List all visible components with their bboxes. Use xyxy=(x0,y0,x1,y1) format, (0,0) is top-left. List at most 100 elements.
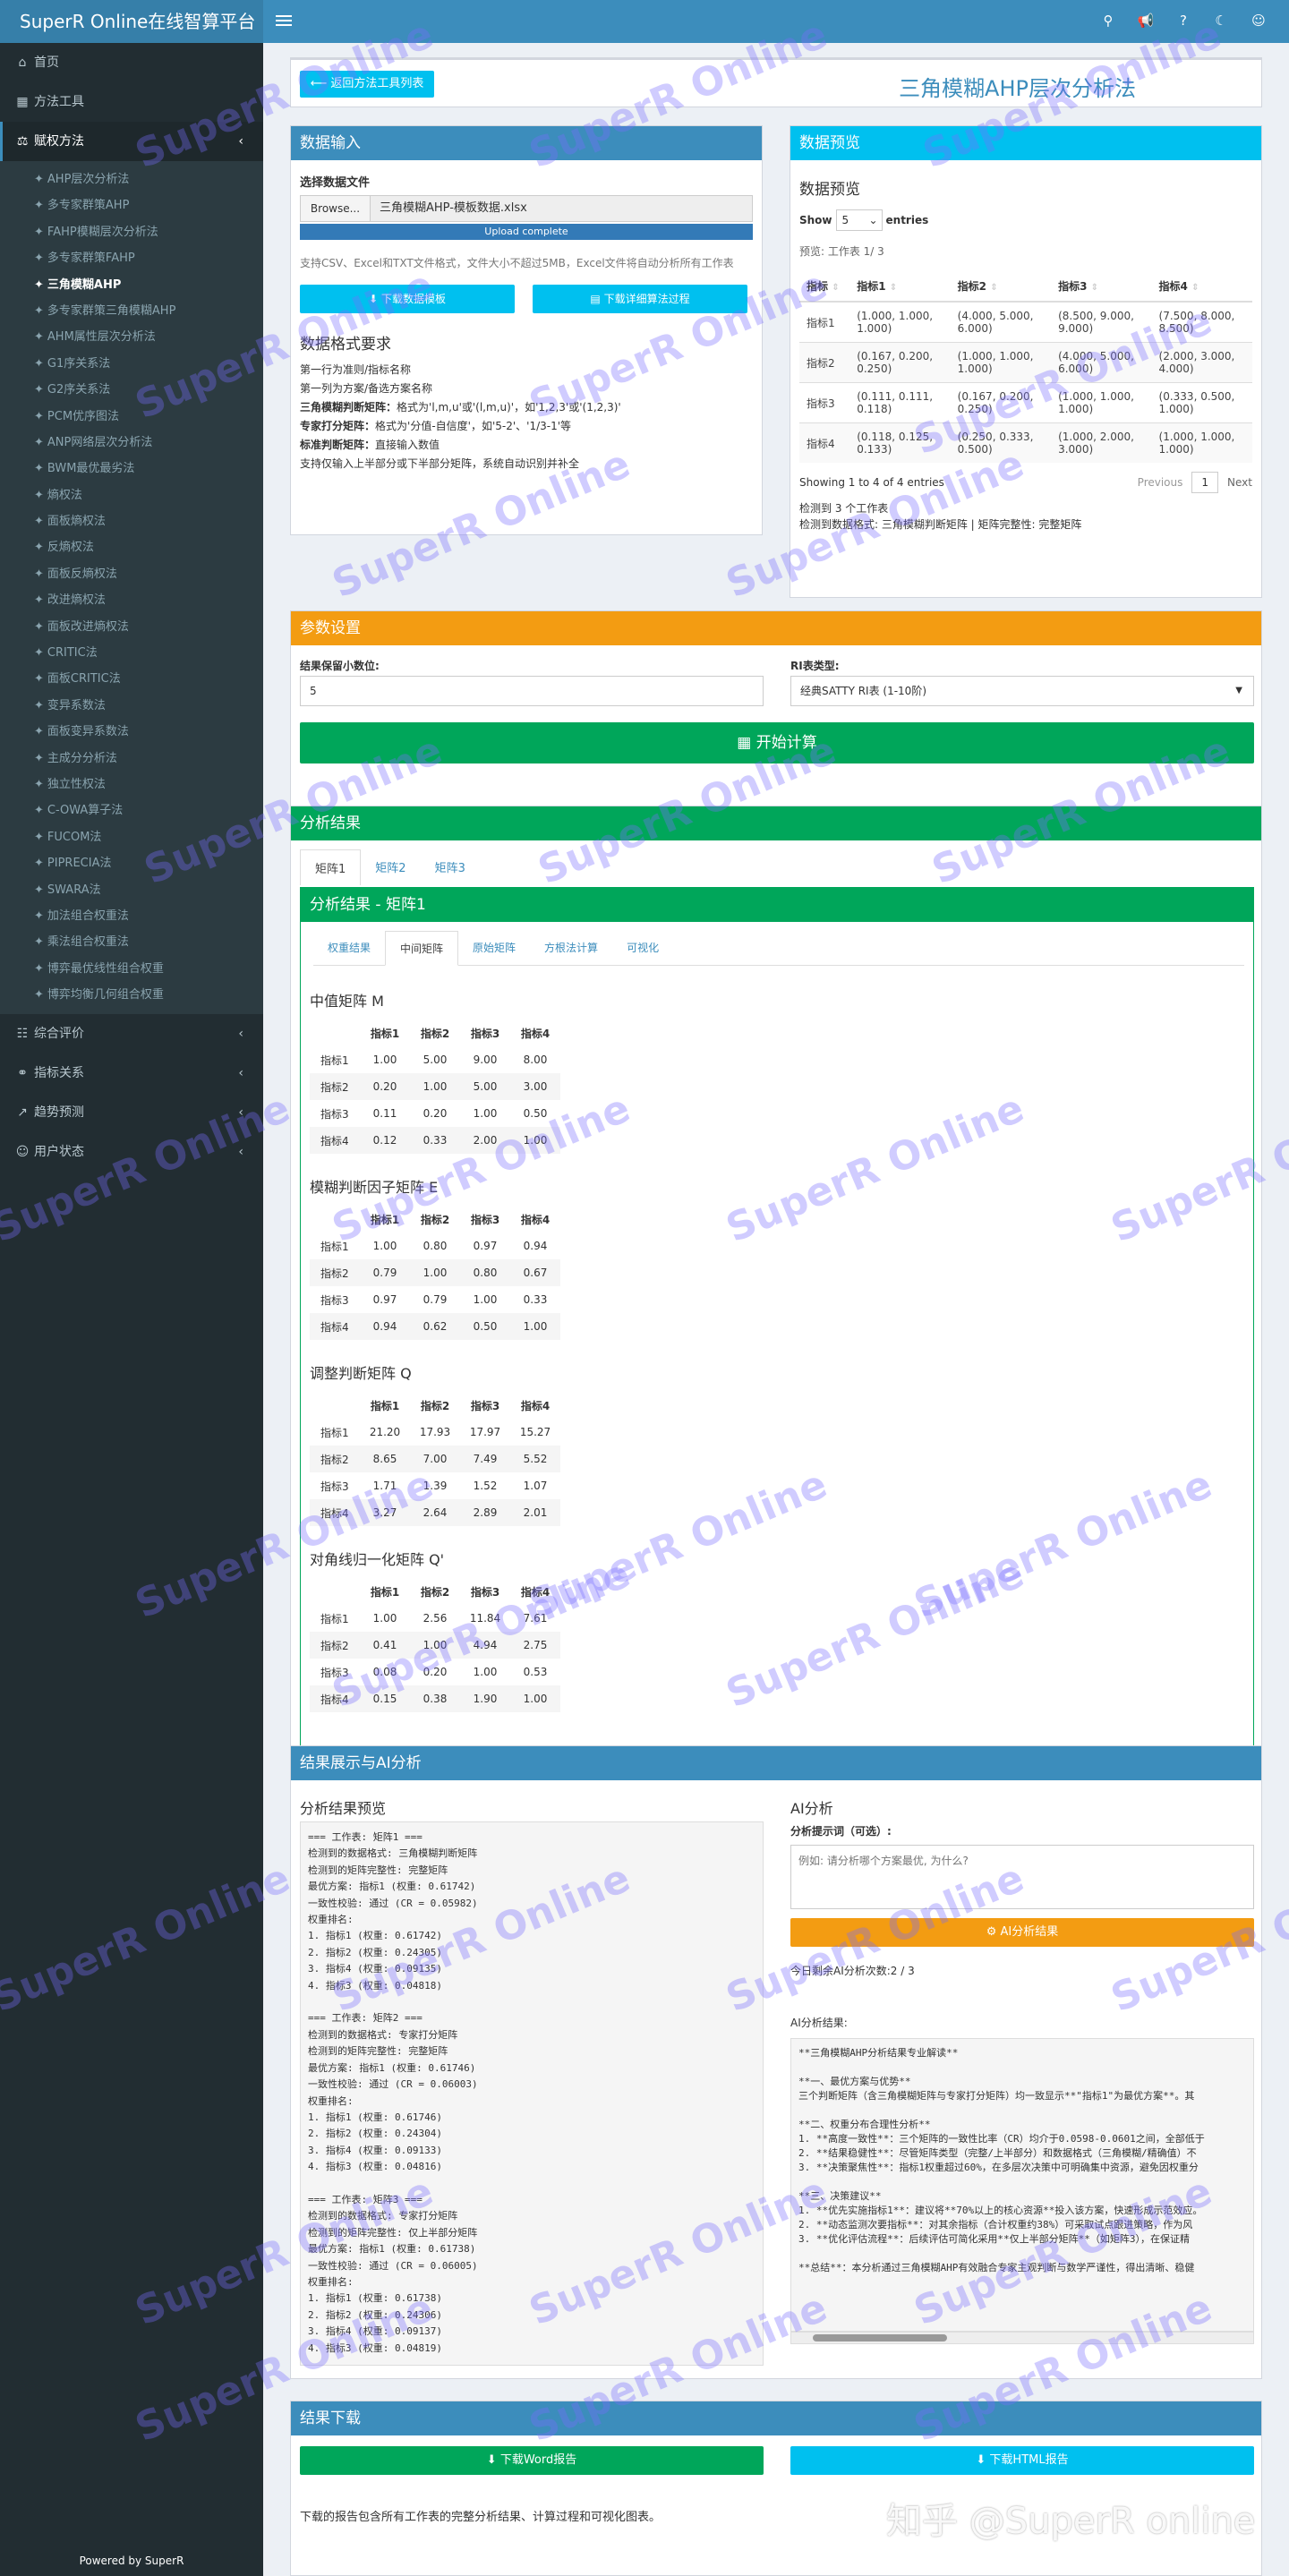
matrix-cell: 0.97 xyxy=(372,1293,397,1306)
circle-icon: ✦ xyxy=(34,725,44,739)
result-tab[interactable]: 矩阵1 xyxy=(300,849,362,885)
prompt-textarea[interactable] xyxy=(790,1845,1254,1909)
inner-result-box: 分析结果 - 矩阵1 权重结果 中间矩阵 原始矩阵 方根法计算 可视化 中值矩阵 M 指标… xyxy=(300,887,1254,1755)
sidebar-subitem[interactable]: ✦ 乘法组合权重法 xyxy=(0,929,263,955)
download-word-button[interactable]: ⬇ 下载Word报告 xyxy=(300,2446,764,2475)
result-tab[interactable]: 矩阵3 xyxy=(421,849,480,885)
sidebar-item[interactable]: ☺ 用户状态 ‹ xyxy=(0,1132,263,1172)
sidebar-subitem[interactable]: ✦ 面板反熵权法 xyxy=(0,561,263,587)
scrollbar-thumb[interactable] xyxy=(813,2334,947,2341)
back-button[interactable]: ⟵ 返回方法工具列表 xyxy=(300,71,434,98)
sidebar-subitem[interactable]: ✦ SWARA法 xyxy=(0,877,263,903)
matrix-cell: 指标3 xyxy=(320,1107,349,1121)
bullhorn-icon[interactable]: 📢 xyxy=(1137,11,1155,30)
sidebar-submenu: ✦ AHP层次分析法 ✦ 多专家群策AHP ✦ FAHP模糊层次分析法 ✦ 多专家群策FAHP… xyxy=(0,161,263,1014)
matrix-cell: 0.80 xyxy=(460,1259,510,1286)
sidebar-subitem[interactable]: ✦ 面板改进熵权法 xyxy=(0,614,263,640)
user-icon[interactable]: ☺ xyxy=(1250,11,1268,30)
matrix-cell: 0.15 xyxy=(360,1685,410,1712)
sidebar-subitem[interactable]: ✦ 面板熵权法 xyxy=(0,508,263,534)
sidebar-subitem[interactable]: ✦ 主成分分析法 xyxy=(0,746,263,772)
sidebar-subitem[interactable]: ✦ C-OWA算子法 xyxy=(0,798,263,823)
moon-icon[interactable]: ☾ xyxy=(1212,11,1230,30)
sidebar-subitem[interactable]: ✦ 三角模糊AHP xyxy=(0,272,263,298)
page-1-button[interactable]: 1 xyxy=(1191,472,1219,493)
sidebar-subitem[interactable]: ✦ 变异系数法 xyxy=(0,693,263,719)
sidebar-subitem[interactable]: ✦ 博弈最优线性组合权重 xyxy=(0,956,263,982)
sub-tab[interactable]: 权重结果 xyxy=(313,931,385,965)
entries-select[interactable]: 5 ⌄ xyxy=(835,209,883,231)
sidebar-item[interactable]: ⚭ 指标关系 ‹ xyxy=(0,1053,263,1093)
sub-tab[interactable]: 可视化 xyxy=(612,931,673,965)
sub-tab[interactable]: 中间矩阵 xyxy=(385,931,459,966)
sidebar-subitem[interactable]: ✦ AHP层次分析法 xyxy=(0,166,263,192)
table-cell: (0.111, 0.111, 0.118) xyxy=(849,382,951,423)
sidebar-subitem[interactable]: ✦ 多专家群策FAHP xyxy=(0,245,263,271)
download-process-button[interactable]: ▤ 下载详细算法过程 xyxy=(533,285,747,313)
table-row: 指标4 0.12 0.33 2.00 1.00 xyxy=(310,1127,560,1154)
sidebar-group-weighting[interactable]: ⚖ 赋权方法 ‹ xyxy=(0,122,263,161)
sidebar-subitem[interactable]: ✦ 改进熵权法 xyxy=(0,587,263,613)
sidebar-subitem[interactable]: ✦ 面板CRITIC法 xyxy=(0,666,263,692)
circle-icon: ✦ xyxy=(34,804,44,818)
sidebar-toggle-icon[interactable] xyxy=(276,13,292,30)
sidebar-subitem[interactable]: ✦ ANP网络层次分析法 xyxy=(0,430,263,456)
circle-icon: ✦ xyxy=(34,435,44,449)
sidebar-subitem[interactable]: ✦ 独立性权法 xyxy=(0,772,263,798)
download-html-button[interactable]: ⬇ 下载HTML报告 xyxy=(790,2446,1254,2475)
sidebar-item[interactable]: ☷ 综合评价 ‹ xyxy=(0,1014,263,1053)
preview-col-header[interactable]: 指标4 ⇕ xyxy=(1151,271,1252,303)
ai-result-scrollbar[interactable] xyxy=(790,2332,1254,2344)
previous-button[interactable]: Previous xyxy=(1138,476,1183,489)
sidebar-subitem[interactable]: ✦ 多专家群策三角模糊AHP xyxy=(0,298,263,324)
ai-analyze-button[interactable]: ⚙ AI分析结果 xyxy=(790,1918,1254,1947)
matrix-cell: 0.62 xyxy=(410,1313,460,1340)
sidebar-item[interactable]: ↗ 趋势预测 ‹ xyxy=(0,1093,263,1132)
circle-icon: ✦ xyxy=(34,883,44,897)
sidebar-subitem[interactable]: ✦ 多专家群策AHP xyxy=(0,192,263,218)
sidebar-subitem[interactable]: ✦ 面板变异系数法 xyxy=(0,719,263,745)
result-tab[interactable]: 矩阵2 xyxy=(361,849,420,885)
sidebar-subitem[interactable]: ✦ FUCOM法 xyxy=(0,824,263,850)
sidebar-subitem[interactable]: ✦ AHM属性层次分析法 xyxy=(0,324,263,350)
calculate-button[interactable]: ▦ 开始计算 xyxy=(300,722,1254,763)
matrix-title: 对角线归一化矩阵 Q' xyxy=(310,1551,445,1568)
sidebar-subitem[interactable]: ✦ 熵权法 xyxy=(0,482,263,508)
sidebar-subitem[interactable]: ✦ PCM优序图法 xyxy=(0,404,263,430)
chevron-left-icon: ‹ xyxy=(238,1105,243,1120)
sidebar-subitem[interactable]: ✦ PIPRECIA法 xyxy=(0,850,263,876)
sidebar-subitem[interactable]: ✦ 博弈均衡几何组合权重 xyxy=(0,982,263,1008)
sidebar-item-home[interactable]: ⌂ 首页 xyxy=(0,43,263,82)
sub-tab[interactable]: 原始矩阵 xyxy=(458,931,530,965)
preview-table: 指标 ⇕ 指标1 ⇕ 指标2 ⇕ 指标3 ⇕ 指标4 ⇕ 指标1 (1.000, 1.000… xyxy=(799,271,1252,463)
download-template-button[interactable]: ⬇ 下载数据模板 xyxy=(300,285,515,313)
preview-result-title: 分析结果预览 xyxy=(300,1800,387,1817)
matrix-cell: 1.00 xyxy=(410,1632,460,1659)
app-title[interactable]: SuperR Online在线智算平台 xyxy=(0,0,263,43)
next-button[interactable]: Next xyxy=(1227,476,1252,489)
search-icon[interactable]: ⚲ xyxy=(1099,11,1117,30)
sidebar-subitem[interactable]: ✦ G1序关系法 xyxy=(0,351,263,377)
sidebar-subitem[interactable]: ✦ G2序关系法 xyxy=(0,377,263,403)
file-input[interactable]: Browse... 三角模糊AHP-模板数据.xlsx xyxy=(300,195,753,222)
sidebar-subitem[interactable]: ✦ FAHP模糊层次分析法 xyxy=(0,219,263,245)
browse-button[interactable]: Browse... xyxy=(301,196,371,221)
preview-col-header[interactable]: 指标 ⇕ xyxy=(799,271,850,303)
table-cell: (2.000, 3.000, 4.000) xyxy=(1151,342,1252,383)
circle-icon: ✦ xyxy=(34,488,44,502)
ri-select[interactable]: 经典SATTY RI表 (1-10阶) ▼ xyxy=(790,676,1254,706)
preview-col-header[interactable]: 指标1 ⇕ xyxy=(849,271,951,303)
sidebar-subitem[interactable]: ✦ 反熵权法 xyxy=(0,534,263,560)
circle-icon: ✦ xyxy=(34,567,44,581)
circle-icon: ✦ xyxy=(34,935,44,950)
matrix-cell: 0.38 xyxy=(410,1685,460,1712)
help-icon[interactable]: ? xyxy=(1174,11,1192,30)
decimal-input[interactable]: 5 xyxy=(300,676,764,706)
sidebar-subitem[interactable]: ✦ 加法组合权重法 xyxy=(0,903,263,929)
sidebar-subitem[interactable]: ✦ CRITIC法 xyxy=(0,640,263,666)
preview-col-header[interactable]: 指标2 ⇕ xyxy=(950,271,1052,303)
sidebar-subitem[interactable]: ✦ BWM最优最劣法 xyxy=(0,456,263,482)
preview-col-header[interactable]: 指标3 ⇕ xyxy=(1051,271,1152,303)
sidebar-item-tools[interactable]: ▦ 方法工具 xyxy=(0,82,263,122)
sub-tab[interactable]: 方根法计算 xyxy=(530,931,612,965)
